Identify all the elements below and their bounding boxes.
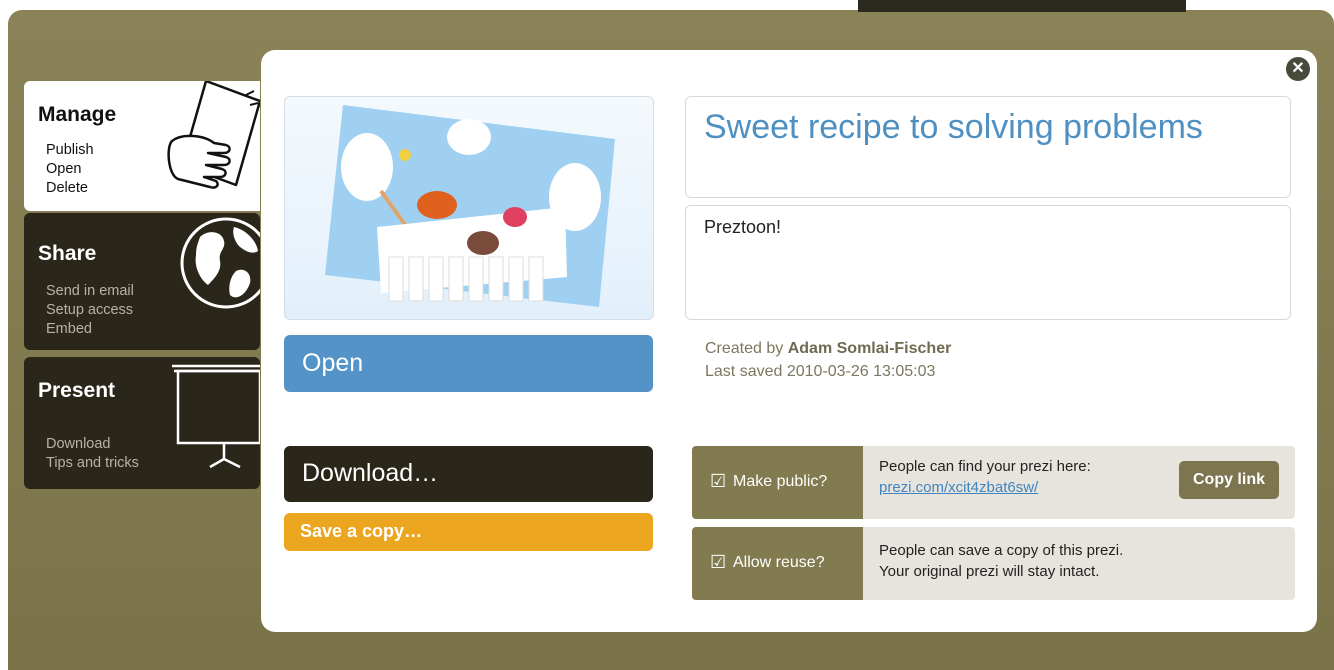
last-saved: Last saved 2010-03-26 13:05:03: [705, 363, 936, 380]
allow-reuse-toggle[interactable]: ☑ Allow reuse?: [692, 527, 863, 600]
allow-reuse-label: Allow reuse?: [733, 554, 825, 571]
present-download[interactable]: Download: [46, 435, 139, 454]
allow-reuse-line1: People can save a copy of this prezi.: [879, 542, 1124, 559]
description-field[interactable]: Preztoon!: [685, 205, 1291, 320]
tab-manage-title: Manage: [38, 103, 117, 126]
open-button-label: Open: [302, 349, 364, 377]
make-public-row: ☑ Make public? People can find your prez…: [692, 446, 1295, 519]
close-icon[interactable]: ✕: [1286, 57, 1310, 81]
make-public-label: Make public?: [733, 473, 828, 490]
save-copy-button[interactable]: Save a copy…: [284, 513, 653, 551]
download-button[interactable]: Download…: [284, 446, 653, 502]
title-text: Sweet recipe to solving problems: [704, 108, 1203, 146]
created-by-label: Created by: [705, 340, 784, 357]
make-public-info: People can find your prezi here: prezi.c…: [879, 456, 1091, 498]
prezi-link[interactable]: prezi.com/xcit4zbat6sw/: [879, 477, 1091, 498]
tab-present-title: Present: [38, 379, 116, 402]
author-name: Adam Somlai-Fischer: [787, 340, 952, 357]
allow-reuse-info: People can save a copy of this prezi. Yo…: [879, 540, 1123, 582]
created-by: Created by Adam Somlai-Fischer: [705, 340, 951, 358]
make-public-line1: People can find your prezi here:: [879, 458, 1091, 475]
tab-manage[interactable]: Manage Publish Open Delete: [24, 81, 260, 211]
make-public-toggle[interactable]: ☑ Make public?: [692, 446, 863, 519]
top-strip: [858, 0, 1186, 12]
download-button-label: Download…: [302, 459, 439, 487]
share-send-email[interactable]: Send in email: [46, 282, 134, 301]
title-field[interactable]: Sweet recipe to solving problems: [685, 96, 1291, 198]
manage-open[interactable]: Open: [46, 160, 94, 179]
tab-share-title: Share: [38, 242, 97, 265]
projector-screen-icon: [172, 364, 260, 469]
prezi-thumbnail[interactable]: [284, 96, 654, 320]
manage-publish[interactable]: Publish: [46, 141, 94, 160]
present-tips[interactable]: Tips and tricks: [46, 454, 139, 473]
hand-document-icon: [167, 81, 260, 189]
open-button[interactable]: Open: [284, 335, 653, 392]
allow-reuse-line2: Your original prezi will stay intact.: [879, 563, 1100, 580]
description-text: Preztoon!: [704, 217, 782, 237]
share-embed[interactable]: Embed: [46, 320, 134, 339]
checkbox-icon[interactable]: ☑: [710, 471, 726, 492]
tab-present[interactable]: Present Download Tips and tricks: [24, 357, 260, 489]
manage-delete[interactable]: Delete: [46, 179, 94, 198]
thumbnail-image: [325, 105, 615, 307]
globe-icon: [180, 217, 260, 309]
tab-share[interactable]: Share Send in email Setup access Embed: [24, 213, 260, 350]
allow-reuse-row: ☑ Allow reuse? People can save a copy of…: [692, 527, 1295, 600]
checkbox-icon[interactable]: ☑: [710, 552, 726, 573]
copy-link-button[interactable]: Copy link: [1179, 461, 1279, 499]
save-copy-button-label: Save a copy…: [300, 521, 423, 541]
share-setup-access[interactable]: Setup access: [46, 301, 134, 320]
